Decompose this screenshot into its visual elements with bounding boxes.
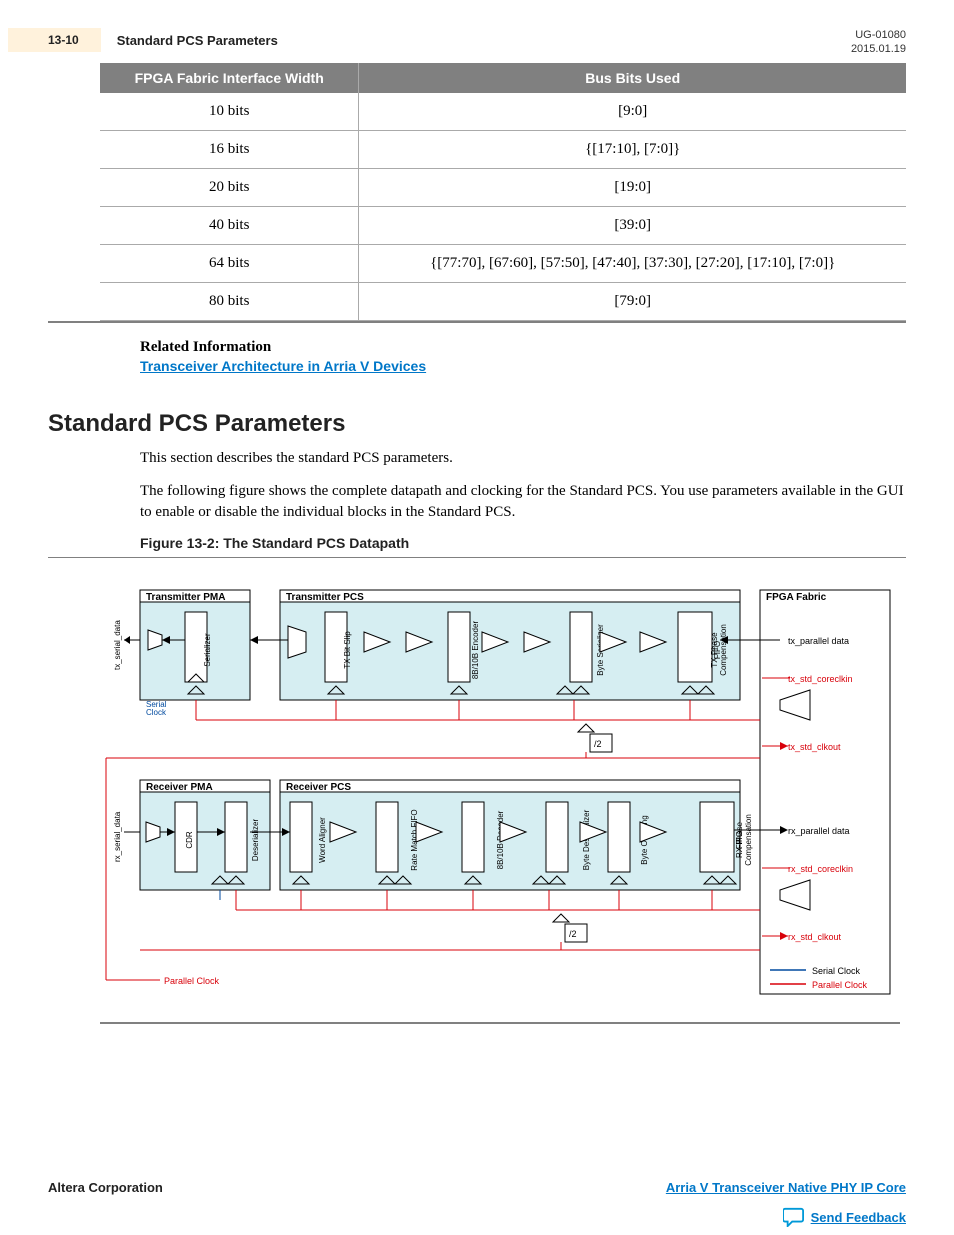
- table-cell: 64 bits: [100, 244, 359, 282]
- table-header: Bus Bits Used: [359, 63, 906, 93]
- section-heading: Standard PCS Parameters: [48, 410, 906, 438]
- svg-text:Clock: Clock: [146, 708, 167, 717]
- interface-width-table: FPGA Fabric Interface Width Bus Bits Use…: [48, 63, 906, 323]
- rx-std-clkout-label: rx_std_clkout: [788, 932, 842, 942]
- svg-text:/2: /2: [569, 929, 577, 939]
- paragraph: This section describes the standard PCS …: [48, 448, 906, 469]
- div2-label: /2: [594, 739, 602, 749]
- table-cell: 16 bits: [100, 130, 359, 168]
- table-cell: {[77:70], [67:60], [57:50], [47:40], [37…: [359, 244, 906, 282]
- svg-text:FIFO: FIFO: [735, 830, 744, 848]
- table-row: 16 bits{[17:10], [7:0]}: [100, 130, 906, 168]
- deserializer-label: Deserializer: [251, 818, 260, 861]
- tx-pcs-label: Transmitter PCS: [286, 592, 364, 603]
- datapath-diagram: Transmitter PMA tx_serial_data Serialize…: [100, 574, 900, 1024]
- tx-std-coreclkin-label: tx_std_coreclkin: [788, 674, 853, 684]
- legend-serial: Serial Clock: [812, 966, 861, 976]
- parallel-clock-bottom: Parallel Clock: [164, 976, 220, 986]
- serializer-label: Serializer: [203, 633, 212, 667]
- cdr-label: CDR: [185, 831, 194, 849]
- svg-text:Compensation: Compensation: [744, 814, 753, 866]
- related-info-heading: Related Information: [140, 339, 906, 356]
- table-row: 64 bits{[77:70], [67:60], [57:50], [47:4…: [100, 244, 906, 282]
- table-cell: [39:0]: [359, 206, 906, 244]
- doc-date: 2015.01.19: [851, 42, 906, 56]
- footer-company: Altera Corporation: [48, 1180, 163, 1195]
- svg-text:FIFO: FIFO: [713, 640, 722, 658]
- feedback-label: Send Feedback: [811, 1210, 906, 1225]
- tx-bitslip-label: TX Bit Slip: [343, 630, 352, 668]
- send-feedback-link[interactable]: Send Feedback: [783, 1207, 906, 1227]
- rx-std-coreclkin-label: rx_std_coreclkin: [788, 864, 853, 874]
- word-aligner-label: Word Aligner: [318, 816, 327, 862]
- tx-serial-data-label: tx_serial_data: [113, 619, 122, 669]
- rx-pma-label: Receiver PMA: [146, 782, 213, 793]
- table-header: FPGA Fabric Interface Width: [100, 63, 359, 93]
- figure-caption: Figure 13-2: The Standard PCS Datapath: [48, 535, 906, 551]
- table-row: 20 bits[19:0]: [100, 168, 906, 206]
- rx-pcs-label: Receiver PCS: [286, 782, 351, 793]
- table-row: 10 bits[9:0]: [100, 93, 906, 131]
- table-cell: {[17:10], [7:0]}: [359, 130, 906, 168]
- page-header: 13-10 Standard PCS Parameters UG-01080 2…: [48, 28, 906, 57]
- footer-doc-link[interactable]: Arria V Transceiver Native PHY IP Core: [666, 1180, 906, 1195]
- tx-pma-label: Transmitter PMA: [146, 592, 225, 603]
- legend-parallel: Parallel Clock: [812, 980, 868, 990]
- feedback-icon: [783, 1207, 805, 1227]
- table-row: 40 bits[39:0]: [100, 206, 906, 244]
- table-cell: 10 bits: [100, 93, 359, 131]
- page-footer: Altera Corporation Arria V Transceiver N…: [48, 1180, 906, 1195]
- paragraph: The following figure shows the complete …: [48, 481, 906, 523]
- table-cell: [9:0]: [359, 93, 906, 131]
- related-information: Related Information Transceiver Architec…: [48, 339, 906, 376]
- table-cell: 40 bits: [100, 206, 359, 244]
- table-cell: 20 bits: [100, 168, 359, 206]
- doc-meta: UG-01080 2015.01.19: [851, 28, 906, 57]
- rx-serial-data-label: rx_serial_data: [113, 811, 122, 862]
- table-cell: 80 bits: [100, 282, 359, 320]
- figure-rule: [48, 557, 906, 558]
- tx-parallel-data-label: tx_parallel data: [788, 636, 849, 646]
- table-row: 80 bits[79:0]: [100, 282, 906, 320]
- tx-std-clkout-label: tx_std_clkout: [788, 742, 841, 752]
- related-link[interactable]: Transceiver Architecture in Arria V Devi…: [140, 358, 426, 374]
- header-section-title: Standard PCS Parameters: [117, 28, 278, 48]
- page-number-tag: 13-10: [8, 28, 101, 52]
- table-cell: [19:0]: [359, 168, 906, 206]
- rx-parallel-data-label: rx_parallel data: [788, 826, 850, 836]
- fpga-fabric-label: FPGA Fabric: [766, 592, 827, 603]
- table-cell: [79:0]: [359, 282, 906, 320]
- encoder-label: 8B/10B Encoder: [471, 620, 480, 679]
- doc-id: UG-01080: [851, 28, 906, 42]
